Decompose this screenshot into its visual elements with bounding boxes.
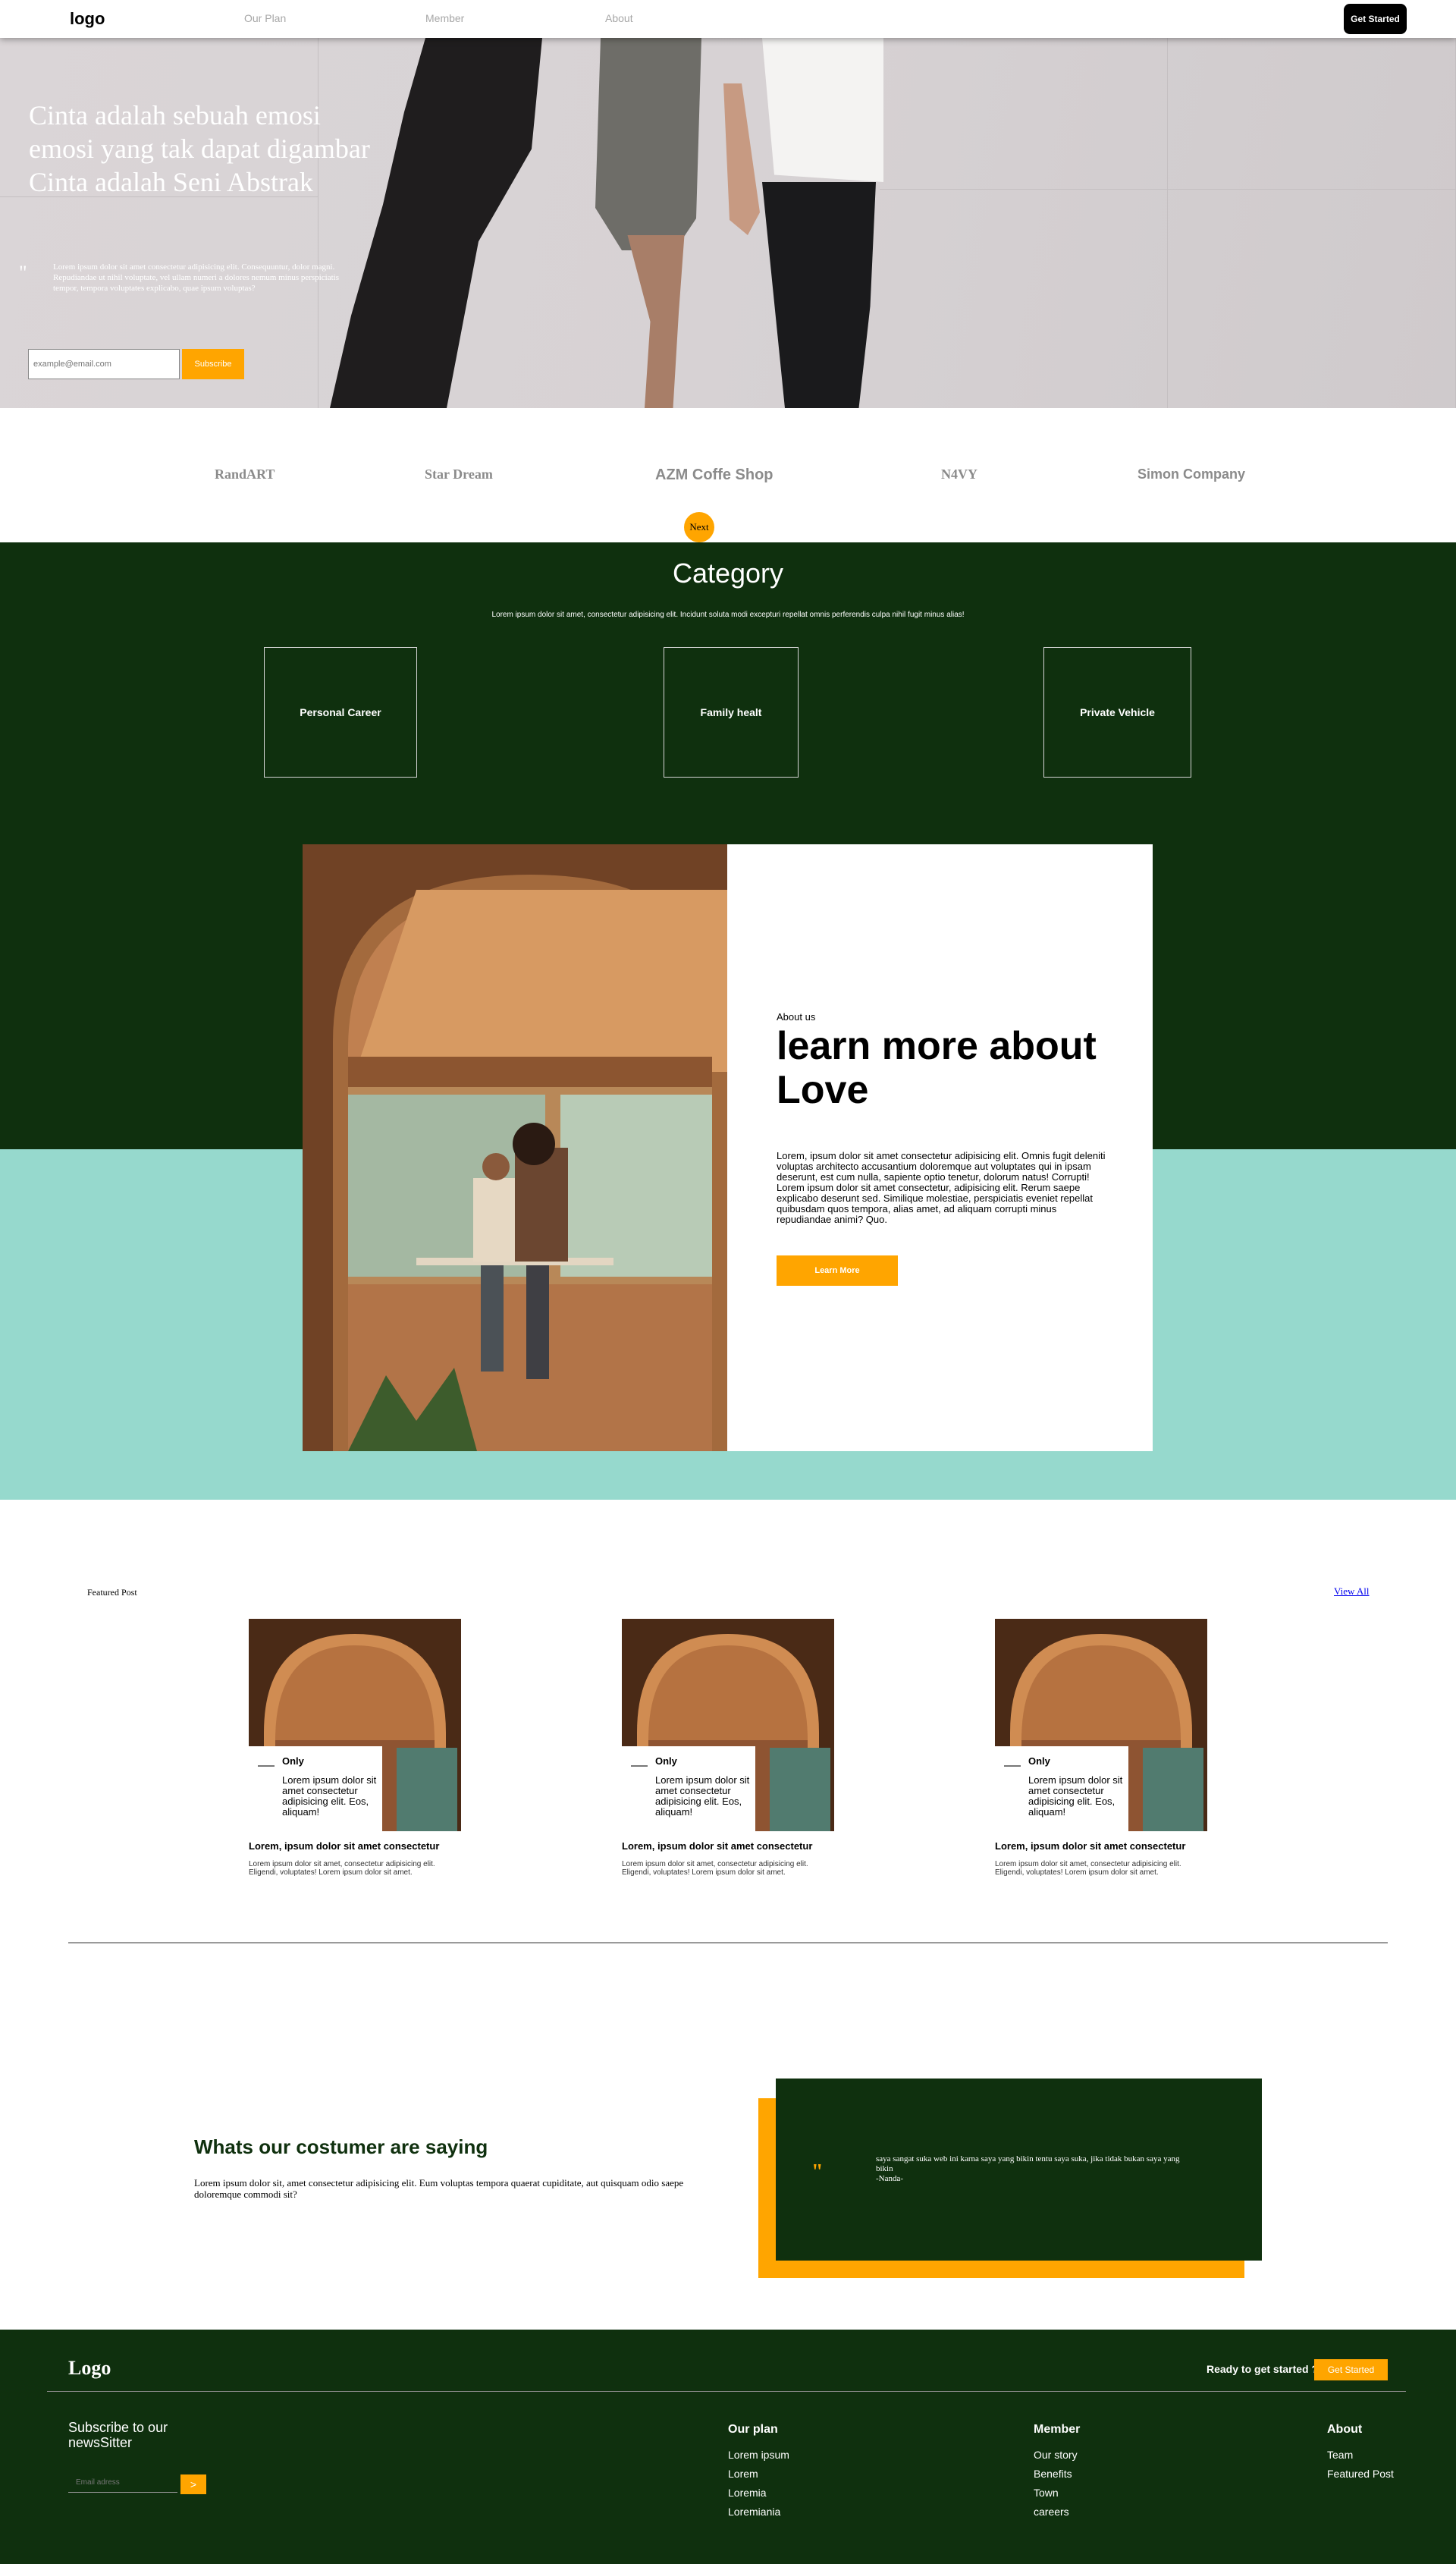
nav-link-about[interactable]: About <box>605 12 633 24</box>
testimonial-quote: saya sangat suka web ini karna saya yang… <box>876 2154 1194 2184</box>
footer-link[interactable]: Team <box>1327 2446 1394 2465</box>
footer-link[interactable]: Loremia <box>728 2484 789 2503</box>
navbar: logo Our Plan Member About Get Started <box>0 0 1456 38</box>
post-box-text: Lorem ipsum dolor sit amet consectetur a… <box>1028 1774 1123 1818</box>
about-card <box>727 844 1153 1451</box>
post-title[interactable]: Lorem, ipsum dolor sit amet consectetur <box>249 1840 439 1852</box>
post-description: Lorem ipsum dolor sit amet, consectetur … <box>995 1860 1181 1877</box>
post-tag: Only <box>282 1755 304 1767</box>
featured-post-title: Featured Post <box>87 1587 137 1598</box>
nav-link-our-plan[interactable]: Our Plan <box>244 12 286 24</box>
footer-link[interactable]: Our story <box>1034 2446 1080 2465</box>
about-label: About us <box>777 1011 816 1023</box>
footer-logo[interactable]: Logo <box>68 2357 111 2380</box>
dash-icon <box>258 1765 275 1767</box>
footer-link[interactable]: Benefits <box>1034 2465 1080 2484</box>
post-card: Only Lorem ipsum dolor sit amet consecte… <box>622 1746 755 1831</box>
footer-column-title: Our plan <box>728 2423 778 2436</box>
hero-headline: Cinta adalah sebuah emosi emosi yang tak… <box>29 100 370 197</box>
learn-more-button[interactable]: Learn More <box>777 1255 898 1286</box>
quote-mark-icon: " <box>19 262 27 284</box>
post-tag: Only <box>655 1755 677 1767</box>
footer-link[interactable]: careers <box>1034 2503 1080 2522</box>
logo[interactable]: logo <box>70 9 105 29</box>
post-card: Only Lorem ipsum dolor sit amet consecte… <box>249 1746 382 1831</box>
brand-star-dream: Star Dream <box>425 467 493 482</box>
get-started-button[interactable]: Get Started <box>1344 4 1407 34</box>
category-card-personal-career[interactable]: Personal Career <box>264 647 417 778</box>
post-box-text: Lorem ipsum dolor sit amet consectetur a… <box>655 1774 750 1818</box>
hero-quote: Lorem ipsum dolor sit amet consectetur a… <box>53 262 339 293</box>
footer-link[interactable]: Featured Post <box>1327 2465 1394 2484</box>
footer-column-title: About <box>1327 2423 1363 2436</box>
footer-column-member: Member Our story Benefits Town careers <box>1034 2423 1080 2522</box>
footer-link[interactable]: Loremiania <box>728 2503 789 2522</box>
brand-azm-coffe-shop: AZM Coffe Shop <box>655 467 774 483</box>
dash-icon <box>1004 1765 1021 1767</box>
testimonial-body: Lorem ipsum dolor sit, amet consectetur … <box>194 2177 684 2200</box>
section-divider <box>68 1942 1388 1943</box>
about-heading: learn more about Love <box>777 1024 1097 1112</box>
footer-divider <box>47 2391 1406 2392</box>
brand-simon-company: Simon Company <box>1138 467 1246 482</box>
view-all-link[interactable]: View All <box>1334 1585 1370 1598</box>
footer-link[interactable]: Town <box>1034 2484 1080 2503</box>
footer-email-input[interactable] <box>68 2473 177 2493</box>
category-card-family-healt[interactable]: Family healt <box>664 647 799 778</box>
footer-link[interactable]: Lorem <box>728 2465 789 2484</box>
post-tag: Only <box>1028 1755 1050 1767</box>
footer-column-title: Member <box>1034 2423 1081 2436</box>
dash-icon <box>631 1765 648 1767</box>
post-box-text: Lorem ipsum dolor sit amet consectetur a… <box>282 1774 377 1818</box>
post-card: Only Lorem ipsum dolor sit amet consecte… <box>995 1746 1128 1831</box>
footer-ready-text: Ready to get started ? <box>1207 2363 1319 2375</box>
testimonial-title: Whats our costumer are saying <box>194 2135 488 2158</box>
category-title: Category <box>672 558 784 589</box>
about-body: Lorem, ipsum dolor sit amet consectetur … <box>777 1150 1106 1225</box>
brand-randart: RandART <box>215 467 275 482</box>
testimonial-author: -Nanda- <box>876 2174 904 2183</box>
footer-column-our-plan: Our plan Lorem ipsum Lorem Loremia Lorem… <box>728 2423 789 2522</box>
category-description: Lorem ipsum dolor sit amet, consectetur … <box>491 611 965 619</box>
footer-get-started-button[interactable]: Get Started <box>1314 2359 1388 2380</box>
hero-email-input[interactable] <box>28 349 180 379</box>
quote-mark-icon: " <box>811 2160 824 2184</box>
post-description: Lorem ipsum dolor sit amet, consectetur … <box>249 1860 435 1877</box>
next-button[interactable]: Next <box>684 512 714 542</box>
nav-link-member[interactable]: Member <box>425 12 464 24</box>
brand-n4vy: N4VY <box>941 467 977 482</box>
hero-section: Cinta adalah sebuah emosi emosi yang tak… <box>0 38 1456 408</box>
post-title[interactable]: Lorem, ipsum dolor sit amet consectetur <box>995 1840 1185 1852</box>
footer-link[interactable]: Lorem ipsum <box>728 2446 789 2465</box>
about-image <box>303 844 727 1451</box>
footer-submit-button[interactable]: > <box>180 2474 206 2494</box>
subscribe-button[interactable]: Subscribe <box>182 349 244 379</box>
category-card-private-vehicle[interactable]: Private Vehicle <box>1043 647 1191 778</box>
footer-column-about: About Team Featured Post <box>1327 2423 1394 2484</box>
post-title[interactable]: Lorem, ipsum dolor sit amet consectetur <box>622 1840 812 1852</box>
footer-subscribe-title: Subscribe to our newsSitter <box>68 2420 168 2450</box>
post-description: Lorem ipsum dolor sit amet, consectetur … <box>622 1860 808 1877</box>
